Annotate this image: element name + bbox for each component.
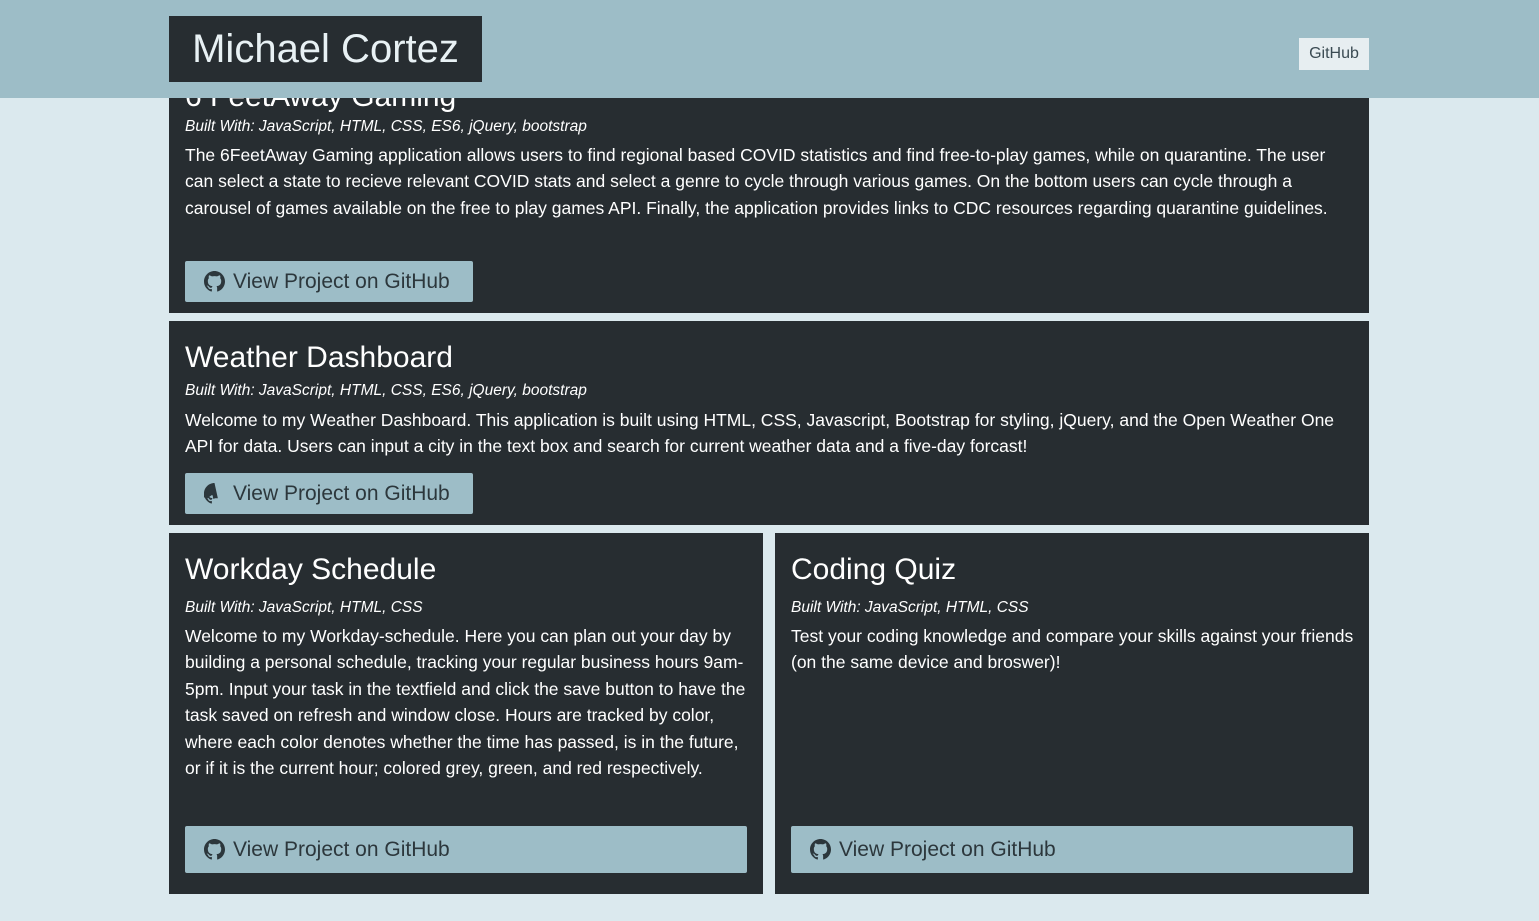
portfolio-page: Michael Cortez GitHub 6 FeetAway Gaming … bbox=[0, 0, 1539, 921]
project-card-coding-quiz: Coding Quiz Built With: JavaScript, HTML… bbox=[775, 533, 1369, 894]
github-icon bbox=[204, 271, 225, 292]
view-project-button[interactable]: View Project on GitHub bbox=[185, 261, 473, 302]
github-icon bbox=[204, 483, 218, 504]
project-title: Workday Schedule bbox=[185, 553, 437, 586]
project-description: Welcome to my Workday-schedule. Here you… bbox=[185, 626, 746, 779]
view-project-button[interactable]: View Project on GitHub bbox=[791, 826, 1353, 873]
project-built-with: Built With: JavaScript, HTML, CSS, ES6, … bbox=[185, 382, 587, 399]
project-title: Weather Dashboard bbox=[185, 341, 453, 374]
project-title: Coding Quiz bbox=[791, 553, 957, 586]
site-header: Michael Cortez GitHub bbox=[0, 0, 1539, 98]
project-description: The 6FeetAway Gaming application allows … bbox=[185, 145, 1328, 218]
project-card-weather-dashboard: Weather Dashboard Built With: JavaScript… bbox=[169, 321, 1369, 525]
project-description: Welcome to my Weather Dashboard. This ap… bbox=[185, 410, 1335, 457]
github-icon bbox=[810, 839, 831, 860]
site-title[interactable]: Michael Cortez bbox=[169, 16, 482, 82]
view-project-button[interactable]: View Project on GitHub bbox=[185, 473, 473, 514]
project-built-with: Built With: JavaScript, HTML, CSS bbox=[791, 599, 1029, 616]
view-project-button[interactable]: View Project on GitHub bbox=[185, 826, 747, 873]
project-description: Test your coding knowledge and compare y… bbox=[791, 626, 1354, 673]
github-icon bbox=[204, 839, 225, 860]
view-project-label: View Project on GitHub bbox=[233, 269, 450, 293]
project-card-workday-schedule: Workday Schedule Built With: JavaScript,… bbox=[169, 533, 763, 894]
project-built-with: Built With: JavaScript, HTML, CSS bbox=[185, 599, 423, 616]
view-project-label: View Project on GitHub bbox=[233, 481, 450, 505]
view-project-label: View Project on GitHub bbox=[839, 837, 1056, 861]
project-built-with: Built With: JavaScript, HTML, CSS, ES6, … bbox=[185, 118, 587, 135]
github-nav-link[interactable]: GitHub bbox=[1299, 38, 1369, 70]
view-project-label: View Project on GitHub bbox=[233, 837, 450, 861]
